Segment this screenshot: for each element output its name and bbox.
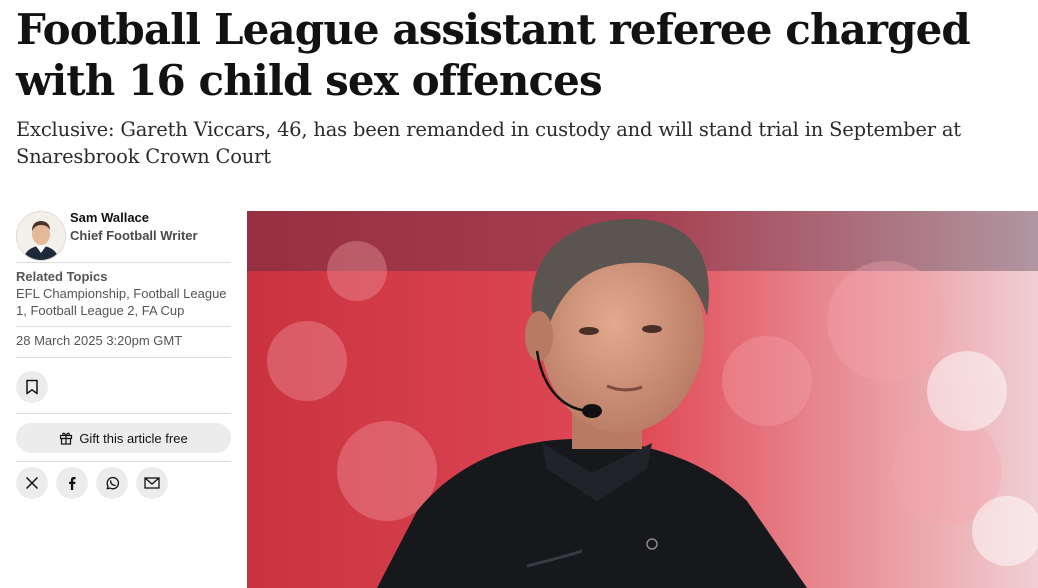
share-x-button[interactable] — [16, 467, 48, 499]
email-icon — [144, 477, 160, 489]
share-email-button[interactable] — [136, 467, 168, 499]
facebook-icon — [69, 477, 76, 490]
gift-article-label: Gift this article free — [79, 430, 188, 446]
bookmark-button[interactable] — [16, 371, 48, 403]
author-avatar[interactable] — [16, 211, 66, 261]
whatsapp-icon — [106, 476, 119, 489]
x-icon — [25, 476, 39, 490]
gift-article-button[interactable]: Gift this article free — [16, 423, 231, 453]
related-topics: Related Topics EFL Championship, Footbal… — [16, 263, 231, 326]
author-byline: Sam Wallace Chief Football Writer — [16, 210, 231, 262]
referee-photo — [247, 211, 1038, 588]
author-role: Chief Football Writer — [70, 228, 198, 243]
related-topics-label: Related Topics — [16, 269, 108, 284]
share-whatsapp-button[interactable] — [96, 467, 128, 499]
author-name[interactable]: Sam Wallace — [70, 210, 149, 225]
gift-icon — [60, 432, 73, 445]
standfirst: Exclusive: Gareth Viccars, 46, has been … — [16, 118, 961, 168]
related-topics-list[interactable]: EFL Championship, Football League 1, Foo… — [16, 285, 231, 319]
share-facebook-button[interactable] — [56, 467, 88, 499]
bookmark-icon — [26, 379, 38, 395]
article-sidebar: Sam Wallace Chief Football Writer Relate… — [16, 210, 231, 499]
share-buttons — [16, 462, 231, 499]
article-hero-image[interactable] — [247, 211, 1038, 588]
headline: Football League assistant referee charge… — [16, 5, 971, 105]
publish-date: 28 March 2025 3:20pm GMT — [16, 333, 183, 348]
